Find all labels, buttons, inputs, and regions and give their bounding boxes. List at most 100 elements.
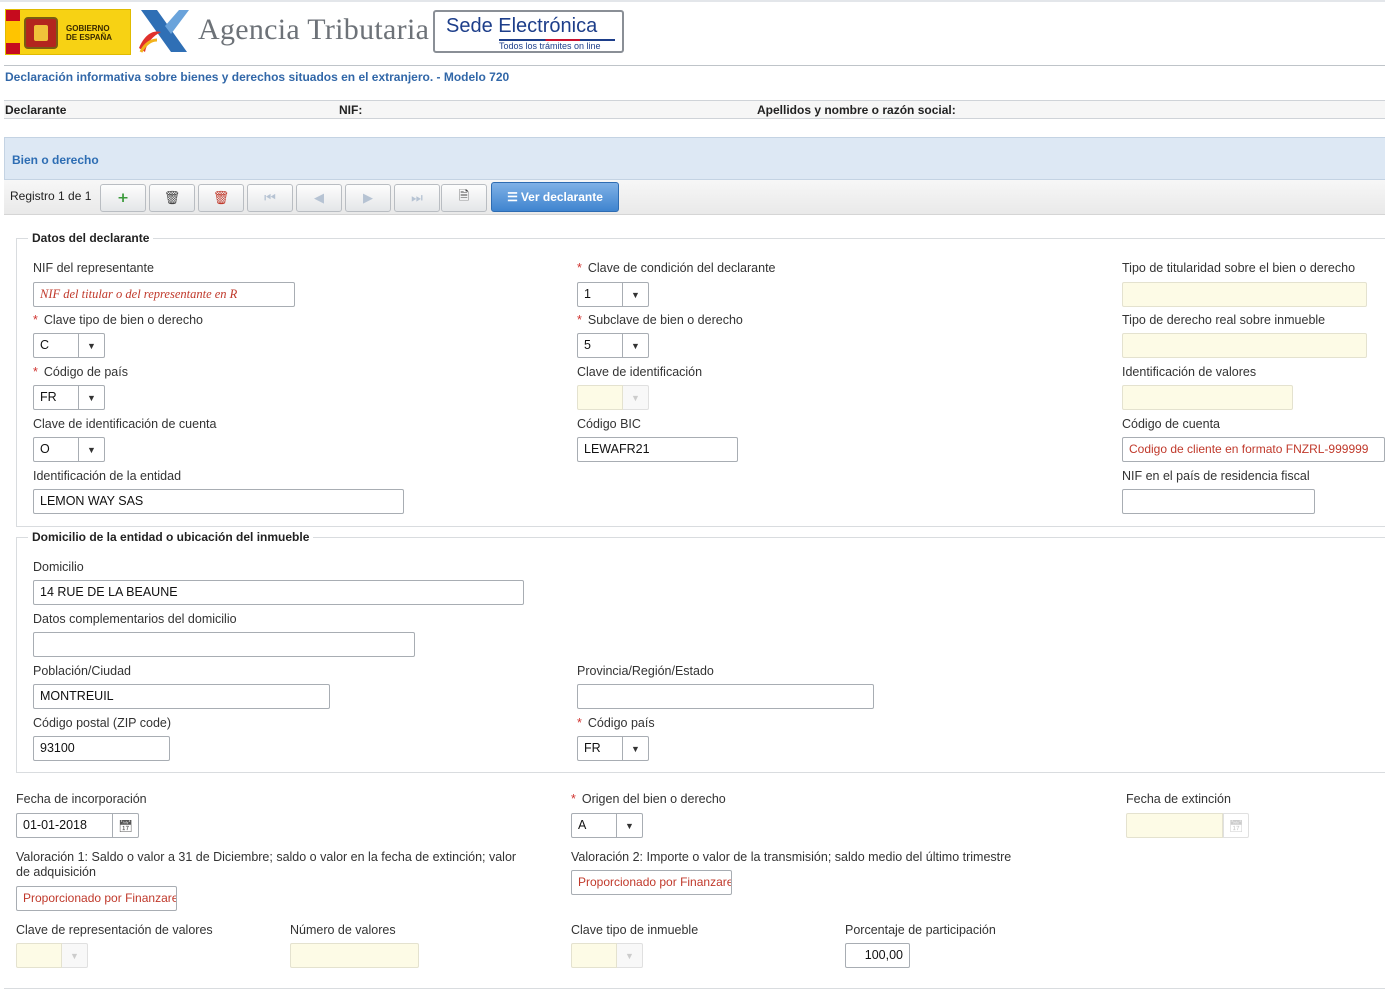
valoracion1-input[interactable]: Proporcionado por Finanzarel [16,886,177,911]
provincia-input[interactable] [577,684,874,709]
delete-icon: 🗑︎ [163,190,181,205]
clave-inmueble-label: Clave tipo de inmueble [571,923,699,937]
porcentaje-label: Porcentaje de participación [845,923,996,937]
nif-residencia-input[interactable] [1122,489,1315,514]
gobierno-text: GOBIERNO [66,24,110,33]
sede-electronica-logo[interactable]: Sede Electrónica Todos los trámites on l… [433,10,624,53]
nif-label: NIF: [339,103,363,117]
first-record-button[interactable]: ⏮︎ [247,184,293,212]
tipo-derecho-input[interactable] [1122,333,1367,358]
valoracion2-input[interactable]: Proporcionado por Finanzarel [571,870,732,895]
add-record-icon: ➕︎ [118,190,128,205]
record-counter: Registro 1 de 1 [10,189,92,203]
chevron-down-icon[interactable]: ▼ [623,333,649,358]
nif-residencia-label: NIF en el país de residencia fiscal [1122,469,1310,483]
list-icon: ☰ [507,190,518,204]
identificacion-entidad-input[interactable]: LEMON WAY SAS [33,489,404,514]
codigo-bic-label: Código BIC [577,417,641,431]
flag-icon [6,10,20,54]
codigo-postal-input[interactable]: 93100 [33,736,170,761]
clave-ident-cuenta-label: Clave de identificación de cuenta [33,417,217,431]
last-record-button[interactable]: ⏭︎ [394,184,440,212]
valoracion1-label: Valoración 1: Saldo o valor a 31 de Dici… [16,850,517,864]
porcentaje-input[interactable]: 100,00 [845,943,910,968]
calendar-icon[interactable]: 📅︎ [1223,813,1249,838]
chevron-down-icon[interactable]: ▼ [617,813,643,838]
chevron-down-icon[interactable]: ▼ [623,736,649,761]
panel-header: Bien o derecho [4,137,1385,180]
tipo-titularidad-input[interactable] [1122,282,1367,307]
ver-declarante-label: Ver declarante [520,190,603,204]
identificacion-valores-input[interactable] [1122,385,1293,410]
poblacion-input[interactable]: MONTREUIL [33,684,330,709]
bottom-border [4,988,1385,989]
last-icon: ⏭︎ [411,190,423,205]
previous-icon: ◀︎ [314,190,324,205]
tipo-titularidad-label: Tipo de titularidad sobre el bien o dere… [1122,261,1356,275]
chevron-down-icon[interactable]: ▼ [623,282,649,307]
clave-identificacion-select[interactable]: ▼ [577,385,649,410]
numero-valores-input[interactable] [290,943,419,968]
clave-ident-cuenta-select[interactable]: O ▼ [33,437,105,462]
chevron-down-icon[interactable]: ▼ [79,385,105,410]
espana-text: DE ESPAÑA [66,33,113,42]
next-record-button[interactable]: ▶︎ [345,184,391,212]
fecha-incorporacion-label: Fecha de incorporación [16,792,147,806]
calendar-icon[interactable]: 📅︎ [113,813,139,838]
chevron-down-icon[interactable]: ▼ [79,437,105,462]
apellidos-label: Apellidos y nombre o razón social: [757,103,956,117]
top-border [0,0,1385,2]
domicilio-label: Domicilio [33,560,84,574]
subclave-select[interactable]: 5 ▼ [577,333,649,358]
delete-all-button[interactable]: 🗑︎ [198,184,244,212]
add-record-button[interactable]: ➕︎ [100,184,146,212]
valoracion1-label-cont: de adquisición [16,865,96,879]
complementarios-input[interactable] [33,632,415,657]
chevron-down-icon[interactable]: ▼ [62,943,88,968]
chevron-down-icon[interactable]: ▼ [79,333,105,358]
validate-icon: 🗎︎ [458,188,470,203]
nif-representante-label: NIF del representante [33,261,154,275]
nif-representante-input[interactable]: NIF del titular o del representante en R [33,282,295,307]
datos-legend: Datos del declarante [28,231,154,245]
next-icon: ▶︎ [363,190,373,205]
domicilio-legend: Domicilio de la entidad o ubicación del … [28,530,314,544]
panel-title: Bien o derecho [12,153,99,167]
declarante-bar: Declarante NIF: Apellidos y nombre o raz… [4,100,1385,119]
clave-representacion-label: Clave de representación de valores [16,923,213,937]
ver-declarante-button[interactable]: ☰ Ver declarante [491,182,619,212]
clave-representacion-select[interactable]: ▼ [16,943,88,968]
clave-condicion-label: * Clave de condición del declarante [577,261,776,275]
validate-button[interactable]: 🗎︎ [441,184,487,212]
codigo-bic-input[interactable]: LEWAFR21 [577,437,738,462]
codigo-cuenta-input[interactable]: Codigo de cliente en formato FNZRL-99999… [1122,437,1385,462]
clave-condicion-select[interactable]: 1 ▼ [577,282,649,307]
fecha-extincion-input[interactable] [1126,813,1223,838]
aeat-logo-icon [139,10,189,53]
delete-all-icon: 🗑︎ [212,190,230,205]
clave-inmueble-select[interactable]: ▼ [571,943,643,968]
page-title: Declaración informativa sobre bienes y d… [5,70,510,84]
codigo-pais-label: * Código de país [33,365,128,379]
domicilio-input[interactable]: 14 RUE DE LA BEAUNE [33,580,524,605]
subclave-label: * Subclave de bien o derecho [577,313,743,327]
chevron-down-icon[interactable]: ▼ [617,943,643,968]
codigo-pais-dom-select[interactable]: FR ▼ [577,736,649,761]
origen-label: * Origen del bien o derecho [571,792,726,806]
codigo-cuenta-label: Código de cuenta [1122,417,1220,431]
origen-select[interactable]: A ▼ [571,813,643,838]
delete-button[interactable]: 🗑︎ [149,184,195,212]
tipo-derecho-label: Tipo de derecho real sobre inmueble [1122,313,1326,327]
fecha-incorporacion-input[interactable]: 01-01-2018 [16,813,113,838]
identificacion-valores-label: Identificación de valores [1122,365,1257,379]
fecha-extincion-label: Fecha de extinción [1126,792,1231,806]
codigo-postal-label: Código postal (ZIP code) [33,716,172,730]
previous-record-button[interactable]: ◀︎ [296,184,342,212]
complementarios-label: Datos complementarios del domicilio [33,612,237,626]
codigo-pais-select[interactable]: FR ▼ [33,385,105,410]
clave-tipo-select[interactable]: C ▼ [33,333,105,358]
chevron-down-icon[interactable]: ▼ [623,385,649,410]
numero-valores-label: Número de valores [290,923,396,937]
clave-identificacion-label: Clave de identificación [577,365,703,379]
first-icon: ⏮︎ [264,190,276,205]
